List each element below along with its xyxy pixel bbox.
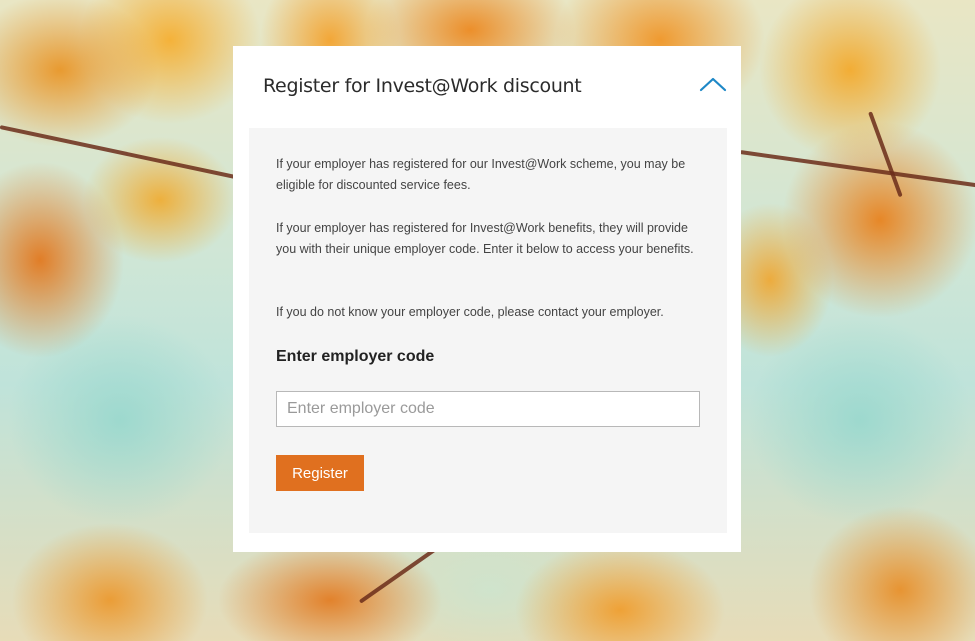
branch-decoration	[739, 150, 975, 188]
panel-header[interactable]: Register for Invest@Work discount	[233, 46, 741, 126]
branch-decoration	[868, 111, 903, 198]
register-button[interactable]: Register	[276, 455, 364, 491]
contact-employer-text: If you do not know your employer code, p…	[276, 305, 664, 319]
employer-code-input[interactable]	[276, 391, 700, 427]
panel-body: If your employer has registered for our …	[249, 128, 727, 533]
register-discount-panel: Register for Invest@Work discount If you…	[233, 46, 741, 552]
eligibility-text: If your employer has registered for our …	[276, 157, 686, 192]
employer-code-label: Enter employer code	[276, 348, 435, 365]
chevron-up-icon	[699, 77, 727, 92]
employer-code-info-text: If your employer has registered for Inve…	[276, 221, 694, 256]
panel-title: Register for Invest@Work discount	[263, 75, 582, 97]
collapse-button[interactable]	[695, 70, 731, 100]
branch-decoration	[0, 125, 255, 184]
